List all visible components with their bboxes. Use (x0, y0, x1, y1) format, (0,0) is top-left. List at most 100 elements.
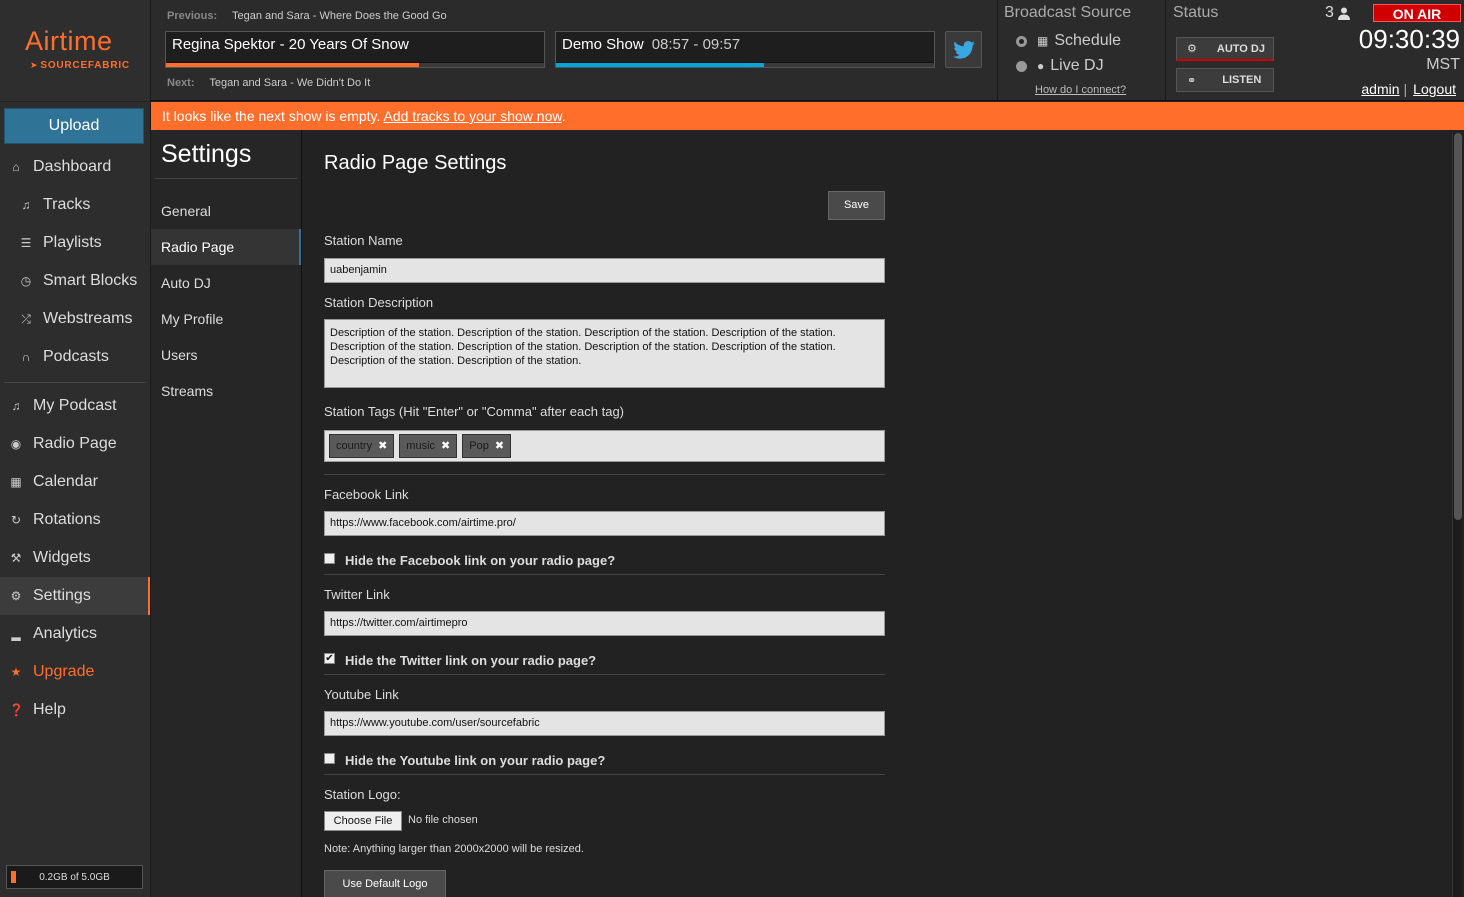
upload-button[interactable]: Upload (4, 108, 144, 144)
sidebar-item-radio-page[interactable]: ◉ Radio Page (0, 425, 150, 463)
sidebar-item-playlists[interactable]: ☰ Playlists (0, 224, 150, 262)
sidebar-item-my-podcast[interactable]: ♫ My Podcast (0, 387, 150, 425)
listener-count[interactable]: 3 (1325, 4, 1350, 22)
hide-twitter-checkbox[interactable]: ✔ (324, 653, 335, 664)
choose-file-button[interactable]: Choose File (324, 811, 402, 831)
banner-text: It looks like the next show is empty. (162, 108, 384, 124)
user-links: admin | Logout (1361, 81, 1456, 97)
previous-track-line: Previous: Tegan and Sara - Where Does th… (167, 10, 447, 22)
main-scrollbar[interactable] (1452, 133, 1462, 897)
hide-facebook-checkbox[interactable] (324, 553, 335, 564)
next-label: Next: (167, 77, 195, 89)
sidebar-item-tracks[interactable]: ♫ Tracks (0, 186, 150, 224)
sidebar-item-settings[interactable]: ⚙ Settings (0, 577, 150, 615)
next-track: Tegan and Sara - We Didn't Do It (209, 77, 371, 89)
question-icon: ❓ (9, 703, 24, 717)
calendar-icon: ▦ (1037, 34, 1049, 48)
empty-show-banner: It looks like the next show is empty. Ad… (151, 102, 1464, 130)
twitter-link-input[interactable]: https://twitter.com/airtimepro (324, 611, 885, 636)
subnav-item-users[interactable]: Users (151, 337, 301, 373)
section-divider (324, 674, 885, 675)
logo[interactable]: Airtime ➤ SOURCEFABRIC (0, 0, 151, 101)
live-dj-radio[interactable] (1016, 60, 1027, 72)
headphones-icon: ⚭ (1187, 74, 1197, 87)
logout-link[interactable]: Logout (1413, 81, 1456, 97)
show-time: 08:57 - 09:57 (651, 36, 741, 53)
sidebar-item-widgets[interactable]: ⚒ Widgets (0, 539, 150, 577)
subnav-item-radio-page[interactable]: Radio Page (151, 229, 301, 265)
user-icon (1337, 7, 1350, 20)
live-dj-source-option[interactable]: ● Live DJ (1016, 57, 1104, 75)
sidebar-item-smart-blocks[interactable]: ◷ Smart Blocks (0, 262, 150, 300)
add-tracks-link[interactable]: Add tracks to your show now (384, 108, 562, 124)
sidebar-item-analytics[interactable]: ▂ Analytics (0, 615, 150, 653)
how-do-i-connect-link[interactable]: How do I connect? (1035, 84, 1126, 96)
sidebar-item-dashboard[interactable]: ⌂ Dashboard (0, 148, 150, 186)
logo-size-note: Note: Anything larger than 2000x2000 wil… (324, 843, 584, 855)
subnav-item-my-profile[interactable]: My Profile (151, 301, 301, 337)
station-tags-label: Station Tags (Hit "Enter" or "Comma" aft… (324, 404, 625, 419)
show-name: Demo Show (562, 36, 644, 53)
refresh-icon: ↻ (10, 513, 22, 527)
sidebar-item-calendar[interactable]: ▦ Calendar (0, 463, 150, 501)
hide-youtube-checkbox[interactable] (324, 753, 335, 764)
gear-icon: ⚙ (1187, 43, 1197, 55)
tag-chip: country ✖ (329, 434, 395, 458)
sidebar-item-webstreams[interactable]: ⤮ Webstreams (0, 300, 150, 338)
youtube-link-input[interactable]: https://www.youtube.com/user/sourcefabri… (324, 711, 885, 736)
status-heading: Status (1173, 4, 1219, 21)
status-panel: Status 3 ON AIR ⚙ AUTO DJ ⚭ LISTEN 09:30… (1167, 0, 1464, 101)
twitter-button[interactable] (945, 31, 982, 68)
remove-tag-icon[interactable]: ✖ (378, 435, 387, 457)
previous-track: Tegan and Sara - Where Does the Good Go (232, 10, 447, 22)
broadcast-source-panel: Broadcast Source ▦ Schedule ● Live DJ Ho… (997, 0, 1166, 101)
timezone: MST (1426, 56, 1460, 73)
station-tags-input[interactable]: country ✖ music ✖ Pop ✖ (324, 430, 885, 462)
facebook-link-input[interactable]: https://www.facebook.com/airtime.pro/ (324, 511, 885, 536)
hide-youtube-row[interactable]: Hide the Youtube link on your radio page… (324, 753, 605, 768)
star-icon: ★ (10, 665, 22, 679)
storage-usage-bar: 0.2GB of 5.0GB (6, 865, 143, 889)
remove-tag-icon[interactable]: ✖ (495, 435, 504, 457)
subnav-item-auto-dj[interactable]: Auto DJ (151, 265, 301, 301)
remove-tag-icon[interactable]: ✖ (441, 435, 450, 457)
calendar-icon: ▦ (10, 475, 22, 489)
show-progress-fill (556, 63, 764, 67)
sidebar-item-rotations[interactable]: ↻ Rotations (0, 501, 150, 539)
schedule-radio[interactable] (1016, 35, 1027, 47)
top-header: Airtime ➤ SOURCEFABRIC Previous: Tegan an… (0, 0, 1464, 101)
hide-youtube-label: Hide the Youtube link on your radio page… (345, 753, 606, 768)
sidebar-item-help[interactable]: ❓ Help (0, 691, 150, 729)
schedule-source-option[interactable]: ▦ Schedule (1016, 32, 1121, 50)
track-progress-fill (166, 63, 420, 67)
user-icon: ● (1037, 59, 1045, 73)
hide-facebook-row[interactable]: Hide the Facebook link on your radio pag… (324, 553, 615, 568)
subnav-item-streams[interactable]: Streams (151, 373, 301, 409)
station-name-input[interactable]: uabenjamin (324, 258, 885, 283)
listen-button[interactable]: ⚭ LISTEN (1176, 68, 1274, 92)
sidebar-item-podcasts[interactable]: ∩ Podcasts (0, 338, 150, 376)
sidebar-item-upgrade[interactable]: ★ Upgrade (0, 653, 150, 691)
subnav-item-general[interactable]: General (151, 193, 301, 229)
auto-dj-button[interactable]: ⚙ AUTO DJ (1176, 37, 1274, 61)
radio-page-settings-form: Radio Page Settings Save Station Name ua… (302, 130, 1464, 897)
hide-twitter-row[interactable]: ✔ Hide the Twitter link on your radio pa… (324, 653, 596, 668)
section-divider (324, 574, 885, 575)
shuffle-icon: ⤮ (21, 311, 31, 326)
tag-chip: music ✖ (399, 434, 458, 458)
on-air-badge: ON AIR (1373, 4, 1461, 22)
use-default-logo-button[interactable]: Use Default Logo (324, 870, 446, 897)
save-button[interactable]: Save (828, 191, 885, 220)
station-logo-label: Station Logo: (324, 787, 401, 802)
admin-link[interactable]: admin (1361, 81, 1399, 97)
scrollbar-thumb[interactable] (1454, 133, 1462, 520)
twitter-bird-icon (952, 40, 975, 59)
headphones-icon: ∩ (21, 350, 31, 364)
home-icon: ⌂ (12, 160, 20, 174)
section-divider (324, 474, 885, 475)
current-show-title: Demo Show 08:57 - 09:57 (562, 36, 740, 53)
youtube-link-label: Youtube Link (324, 687, 399, 702)
station-description-textarea[interactable]: Description of the station. Description … (324, 319, 885, 388)
signal-icon: ▂ (11, 627, 21, 641)
section-divider (324, 774, 885, 775)
